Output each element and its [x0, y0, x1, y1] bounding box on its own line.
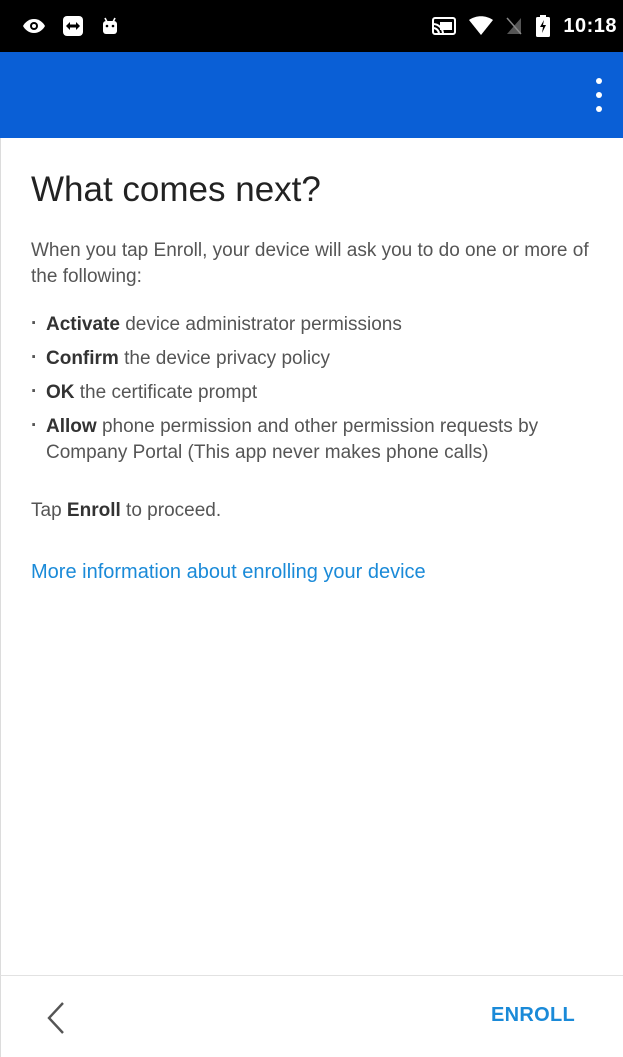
step-bold: Allow	[46, 416, 97, 437]
no-sim-icon	[505, 16, 523, 36]
status-bar: 10:18	[0, 0, 623, 52]
steps-list: Activate device administrator permission…	[31, 311, 591, 474]
list-item: Allow phone permission and other permiss…	[31, 413, 591, 466]
proceed-text: Tap Enroll to proceed.	[31, 498, 221, 524]
list-item: Confirm the device privacy policy	[31, 345, 591, 372]
screen: 10:18 What comes next? When you tap Enro…	[0, 0, 623, 1057]
list-item: Activate device administrator permission…	[31, 311, 591, 338]
step-text: device administrator permissions	[119, 314, 402, 335]
proceed-bold: Enroll	[66, 500, 121, 521]
wifi-icon	[469, 16, 494, 36]
more-info-link[interactable]: More information about enrolling your de…	[31, 559, 426, 585]
intro-text: When you tap Enroll, your device will as…	[31, 240, 589, 287]
list-item: OK the certificate prompt	[31, 379, 591, 406]
status-left-icons	[22, 0, 120, 52]
eye-icon	[22, 17, 46, 35]
bottom-bar: ENROLL	[0, 975, 623, 1057]
overflow-menu-icon[interactable]	[589, 78, 609, 112]
page-title: What comes next?	[31, 170, 321, 209]
teamviewer-icon	[62, 15, 84, 37]
main-content: What comes next? When you tap Enroll, yo…	[0, 138, 623, 975]
chevron-left-icon	[47, 1002, 64, 1034]
status-right-icons: 10:18	[431, 0, 617, 52]
back-button[interactable]	[39, 998, 73, 1038]
proceed-suffix: to proceed.	[120, 500, 222, 521]
battery-icon	[535, 15, 551, 37]
step-bold: Confirm	[46, 348, 119, 369]
enroll-button[interactable]: ENROLL	[491, 1004, 575, 1027]
step-bold: OK	[46, 382, 75, 403]
status-time: 10:18	[563, 14, 617, 37]
android-icon	[100, 16, 120, 36]
step-text: the device privacy policy	[118, 348, 331, 369]
cast-icon	[431, 16, 457, 36]
proceed-prefix: Tap	[31, 500, 67, 521]
app-bar	[0, 52, 623, 138]
step-text: the certificate prompt	[74, 382, 258, 403]
step-text: phone permission and other permission re…	[46, 416, 539, 463]
step-bold: Activate	[46, 314, 120, 335]
